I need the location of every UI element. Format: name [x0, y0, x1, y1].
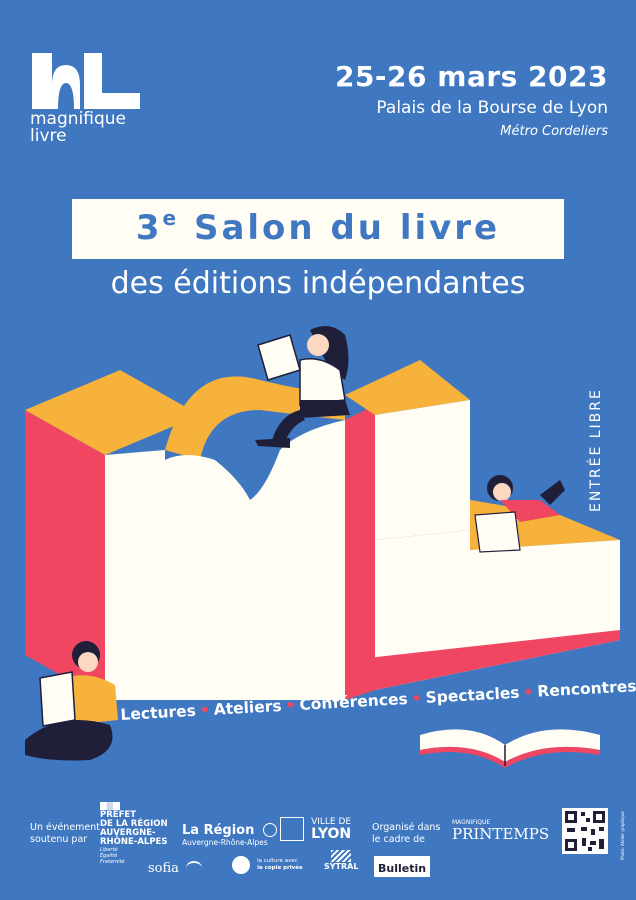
event-dates: 25-26 mars 2023: [334, 60, 608, 93]
event-title: 3e Salon du livre: [72, 206, 564, 248]
credit-text: Photo: Atelier graphique: [620, 811, 625, 860]
prefet-line4: RHÔNE-ALPES: [100, 837, 168, 847]
copie-line1: la culture avec: [257, 857, 298, 864]
organise-line2: le cadre de: [372, 834, 426, 845]
prefet-logo: PRÉFET DE LA RÉGION AUVERGNE- RHÔNE-ALPE…: [100, 802, 168, 865]
support-line1: Un événement: [30, 822, 101, 833]
copie-privee-logo: la culture avec la copie privée: [232, 854, 303, 874]
logo-text-line2: livre: [30, 126, 67, 146]
copie-line2: la copie privée: [257, 864, 303, 871]
separator-dot-icon: •: [199, 701, 211, 720]
sytral-emblem-icon: [331, 850, 352, 862]
support-text: Un événement soutenu par: [30, 822, 100, 846]
sytral-logo: SYTRAL: [324, 850, 358, 871]
title-number: 3: [135, 208, 163, 248]
lion-icon: [280, 817, 304, 841]
marianne-icon: [100, 802, 120, 810]
region-logo: La Région Auvergne-Rhône-Alpes: [182, 819, 278, 847]
region-emblem-icon: [263, 822, 278, 837]
region-name: La Région: [182, 823, 255, 838]
separator-dot-icon: •: [411, 689, 423, 708]
title-superscript: e: [162, 206, 180, 230]
printemps-logo: MAGNIFIQUE PRINTEMPS: [452, 820, 550, 843]
sofia-logo: sofia: [148, 857, 203, 876]
ville-lyon-logo: VILLE DE LYON: [280, 817, 351, 841]
cp-circle-icon: [232, 855, 250, 874]
bulletin-label: Bulletin: [378, 862, 427, 875]
separator-dot-icon: •: [285, 696, 296, 715]
organise-text: Organisé dans le cadre de: [372, 822, 440, 846]
printemps-main: PRINTEMPS: [452, 825, 550, 843]
support-line2: soutenu par: [30, 834, 88, 845]
separator-dot-icon: •: [522, 682, 534, 702]
organise-line1: Organisé dans: [372, 822, 441, 833]
qr-code-icon: [562, 808, 608, 854]
ville-line2: LYON: [311, 825, 352, 842]
title-main: Salon du livre: [193, 208, 501, 248]
activity-item: Ateliers: [213, 696, 283, 719]
logo-text: magnifique livre: [30, 111, 126, 145]
region-sub: Auvergne-Rhône-Alpes: [182, 838, 268, 847]
admission-label: ENTRÉE LIBRE: [588, 388, 604, 512]
sytral-label: SYTRAL: [324, 862, 359, 871]
event-metro: Métro Cordeliers: [500, 124, 608, 139]
bulletin-logo: Bulletin: [374, 856, 431, 877]
poster: magnifique livre 25-26 mars 2023 Palais …: [0, 0, 636, 900]
event-subtitle: des éditions indépendantes: [110, 266, 526, 301]
event-venue: Palais de la Bourse de Lyon: [376, 98, 608, 118]
sofia-label: sofia: [148, 861, 179, 876]
ml-logo-icon: [32, 53, 140, 109]
sofia-wave-icon: [186, 860, 203, 875]
